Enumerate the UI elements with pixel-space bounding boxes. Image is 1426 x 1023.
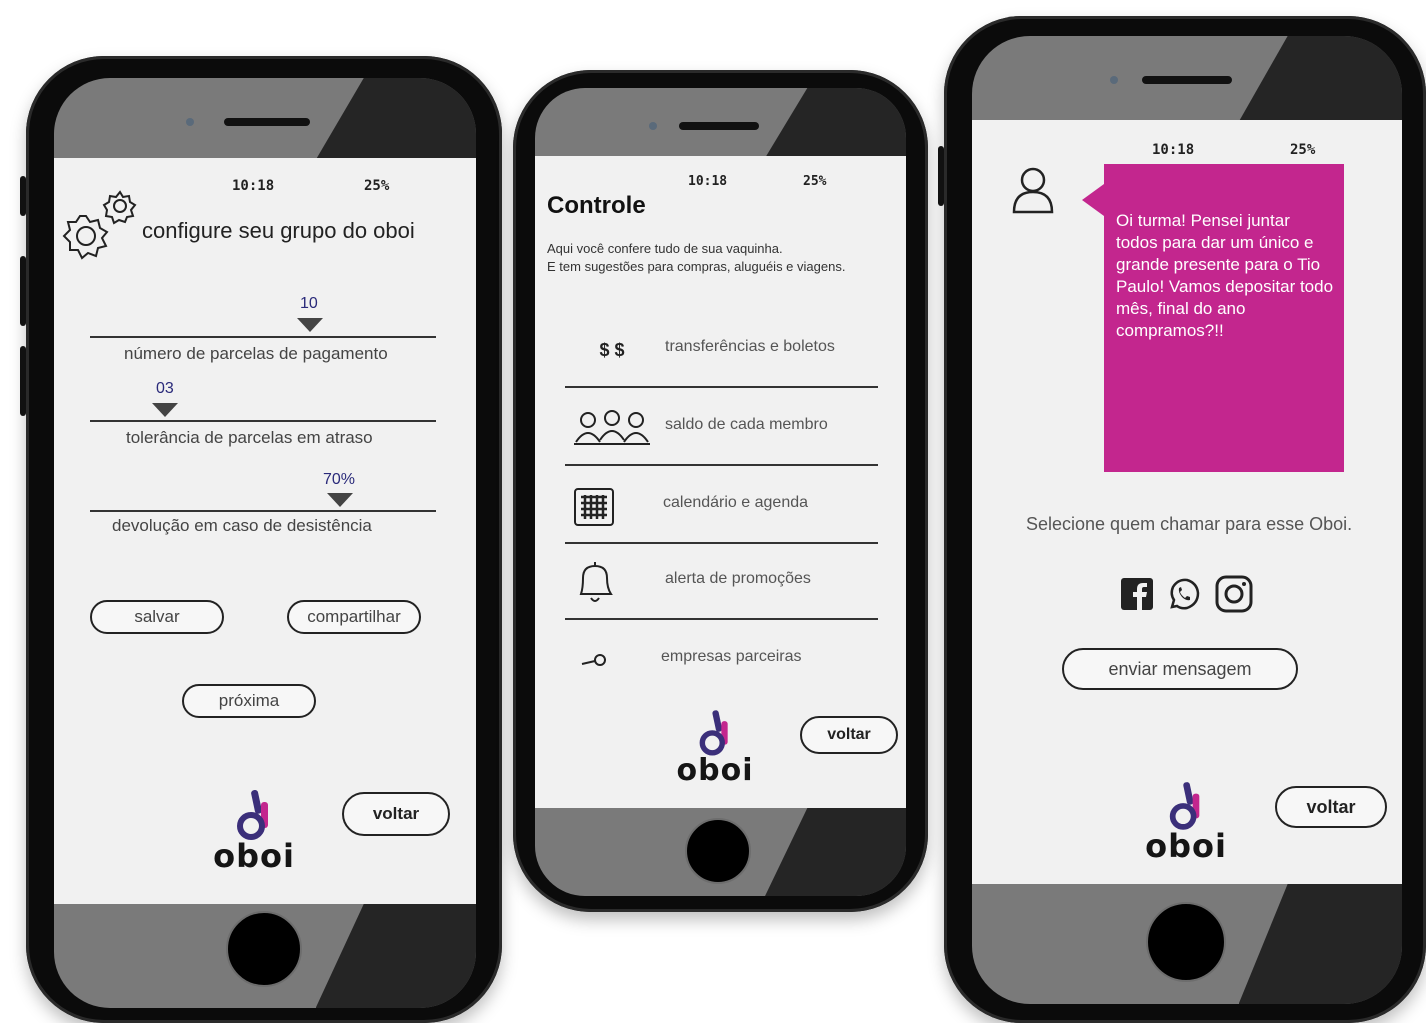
user-avatar-icon	[1012, 167, 1054, 214]
phone-left: 10:18 25% configure seu grupo do oboi 10…	[20, 56, 502, 1023]
screen-message: 10:18 25% Oi turma! Pensei juntar todos …	[972, 120, 1402, 884]
speaker	[224, 118, 310, 126]
slider-value: 10	[300, 295, 318, 312]
menu-item-partners[interactable]: empresas parceiras	[565, 622, 878, 698]
oboi-logo: oboi	[665, 708, 765, 788]
menu-item-label: saldo de cada membro	[665, 416, 828, 433]
status-battery: 25%	[803, 174, 827, 189]
slider-label: número de parcelas de pagamento	[124, 344, 388, 363]
social-icons	[1120, 574, 1254, 614]
back-button[interactable]: voltar	[800, 716, 898, 754]
screen-configure: 10:18 25% configure seu grupo do oboi 10…	[54, 158, 476, 904]
side-button	[20, 176, 26, 216]
key-icon	[565, 634, 625, 686]
menu-item-label: alerta de promoções	[665, 570, 811, 587]
home-button[interactable]	[685, 818, 751, 884]
screen-control: 10:18 25% Controle Aqui você confere tud…	[535, 156, 906, 808]
back-button[interactable]: voltar	[342, 792, 450, 836]
slider-thumb[interactable]	[152, 403, 178, 417]
page-title: Controle	[547, 192, 646, 219]
menu-item-calendar[interactable]: calendário e agenda	[565, 468, 878, 544]
slider-thumb[interactable]	[297, 318, 323, 332]
page-subtitle: Aqui você confere tudo de sua vaquinha. …	[547, 240, 845, 276]
side-button	[938, 146, 944, 206]
menu-item-label: calendário e agenda	[663, 494, 809, 511]
whatsapp-icon[interactable]	[1166, 576, 1202, 612]
calendar-icon	[565, 480, 625, 532]
gears-icon	[62, 190, 137, 260]
home-button[interactable]	[226, 911, 302, 987]
slider-value: 03	[156, 380, 174, 397]
slider-value: 70%	[323, 471, 356, 488]
oboi-wordmark: oboi	[1145, 827, 1227, 865]
slider-track[interactable]	[90, 510, 436, 512]
menu-item-promotions[interactable]: alerta de promoções	[565, 544, 878, 620]
camera	[186, 118, 194, 126]
back-button[interactable]: voltar	[1275, 786, 1387, 828]
status-time: 10:18	[232, 178, 275, 194]
slider-track[interactable]	[90, 336, 436, 338]
oboi-mark-icon	[237, 789, 268, 840]
phone-right: 10:18 25% Oi turma! Pensei juntar todos …	[938, 16, 1426, 1023]
oboi-mark-icon	[1169, 782, 1200, 830]
oboi-wordmark: oboi	[213, 837, 295, 875]
facebook-icon[interactable]	[1120, 577, 1154, 611]
next-button[interactable]: próxima	[182, 684, 316, 718]
camera	[649, 122, 657, 130]
slider-track[interactable]	[90, 420, 436, 422]
oboi-wordmark: oboi	[676, 753, 754, 788]
money-icon: $ $	[599, 339, 625, 360]
oboi-mark-icon	[699, 710, 728, 756]
contact-prompt: Selecione quem chamar para esse Oboi.	[1026, 514, 1353, 534]
save-button[interactable]: salvar	[90, 600, 224, 634]
subtitle-line: Aqui você confere tudo de sua vaquinha.	[547, 241, 783, 256]
status-time: 10:18	[688, 174, 728, 189]
page-title: configure seu grupo do oboi	[142, 218, 415, 243]
menu-item-transfers[interactable]: $ $ transferências e boletos	[565, 312, 878, 388]
status-battery: 25%	[364, 178, 390, 194]
slider-label: devolução em caso de desistência	[112, 516, 372, 535]
oboi-logo: oboi	[204, 788, 304, 875]
oboi-logo: oboi	[1136, 780, 1236, 865]
slider-label: tolerância de parcelas em atraso	[126, 428, 373, 447]
status-time: 10:18	[1152, 142, 1195, 158]
message-bubble: Oi turma! Pensei juntar todos para dar u…	[1082, 164, 1344, 472]
menu-item-balances[interactable]: saldo de cada membro	[565, 390, 878, 466]
camera	[1110, 76, 1118, 84]
side-button	[20, 346, 26, 416]
phone-middle: 10:18 25% Controle Aqui você confere tud…	[513, 70, 928, 912]
status-battery: 25%	[1290, 142, 1316, 158]
send-message-button[interactable]: enviar mensagem	[1062, 648, 1298, 690]
group-icon	[573, 402, 651, 454]
slider-thumb[interactable]	[327, 493, 353, 507]
speaker	[1142, 76, 1232, 84]
instagram-icon[interactable]	[1214, 574, 1254, 614]
menu-item-label: transferências e boletos	[665, 338, 835, 355]
bell-icon	[565, 556, 625, 608]
speaker	[679, 122, 759, 130]
menu-item-label: empresas parceiras	[661, 648, 802, 665]
home-button[interactable]	[1146, 902, 1226, 982]
side-button	[20, 256, 26, 326]
subtitle-line: E tem sugestões para compras, aluguéis e…	[547, 259, 846, 274]
share-button[interactable]: compartilhar	[287, 600, 421, 634]
